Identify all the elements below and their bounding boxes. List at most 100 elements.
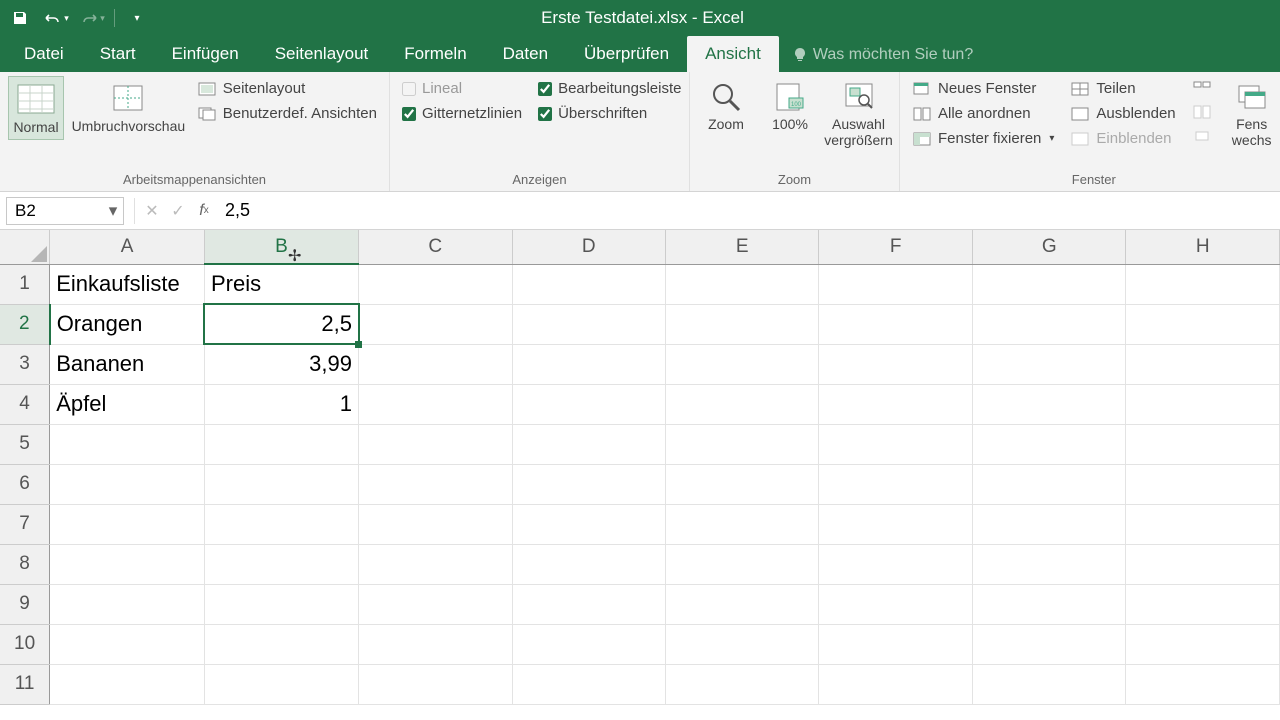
cell-A8[interactable] bbox=[50, 544, 205, 584]
cell-C5[interactable] bbox=[359, 424, 513, 464]
column-header-F[interactable]: F bbox=[819, 230, 972, 264]
cell-B7[interactable] bbox=[204, 504, 358, 544]
formulabar-check-input[interactable] bbox=[538, 82, 552, 96]
side-by-side-button[interactable] bbox=[1188, 78, 1216, 98]
cell-D10[interactable] bbox=[512, 624, 666, 664]
cell-A3[interactable]: Bananen bbox=[50, 344, 205, 384]
tab-formulas[interactable]: Formeln bbox=[386, 36, 484, 72]
cell-C2[interactable] bbox=[359, 304, 513, 344]
cell-G1[interactable] bbox=[972, 264, 1126, 304]
row-header-10[interactable]: 10 bbox=[0, 624, 50, 664]
row-header-3[interactable]: 3 bbox=[0, 344, 50, 384]
cell-F9[interactable] bbox=[819, 584, 972, 624]
save-button[interactable] bbox=[6, 4, 34, 32]
cell-A5[interactable] bbox=[50, 424, 205, 464]
cell-C3[interactable] bbox=[359, 344, 513, 384]
split-button[interactable]: Teilen bbox=[1066, 78, 1179, 99]
cell-C1[interactable] bbox=[359, 264, 513, 304]
cell-H1[interactable] bbox=[1126, 264, 1280, 304]
headings-check-input[interactable] bbox=[538, 107, 552, 121]
redo-button[interactable]: ▾ bbox=[78, 4, 106, 32]
name-box-dropdown[interactable]: ▾ bbox=[105, 200, 121, 222]
cell-C7[interactable] bbox=[359, 504, 513, 544]
page-break-button[interactable]: Umbruchvorschau bbox=[72, 76, 185, 138]
cell-B11[interactable] bbox=[204, 664, 358, 704]
row-header-4[interactable]: 4 bbox=[0, 384, 50, 424]
tell-me-search[interactable]: Was möchten Sie tun? bbox=[779, 38, 987, 72]
row-header-5[interactable]: 5 bbox=[0, 424, 50, 464]
custom-views-button[interactable]: Benutzerdef. Ansichten bbox=[193, 103, 381, 124]
row-header-6[interactable]: 6 bbox=[0, 464, 50, 504]
cell-F6[interactable] bbox=[819, 464, 972, 504]
cell-H5[interactable] bbox=[1126, 424, 1280, 464]
cell-B9[interactable] bbox=[204, 584, 358, 624]
column-header-B[interactable]: B bbox=[204, 230, 358, 264]
normal-view-button[interactable]: Normal bbox=[8, 76, 64, 140]
name-box[interactable]: B2 ▾ bbox=[6, 197, 124, 225]
hide-button[interactable]: Ausblenden bbox=[1066, 103, 1179, 124]
cell-G9[interactable] bbox=[972, 584, 1126, 624]
cell-A4[interactable]: Äpfel bbox=[50, 384, 205, 424]
row-header-2[interactable]: 2 bbox=[0, 304, 50, 344]
row-header-7[interactable]: 7 bbox=[0, 504, 50, 544]
cell-E8[interactable] bbox=[666, 544, 819, 584]
column-header-G[interactable]: G bbox=[972, 230, 1126, 264]
cell-B6[interactable] bbox=[204, 464, 358, 504]
cell-G6[interactable] bbox=[972, 464, 1126, 504]
cell-E4[interactable] bbox=[666, 384, 819, 424]
cell-A9[interactable] bbox=[50, 584, 205, 624]
cell-A10[interactable] bbox=[50, 624, 205, 664]
cell-H6[interactable] bbox=[1126, 464, 1280, 504]
cell-D8[interactable] bbox=[512, 544, 666, 584]
headings-checkbox[interactable]: Überschriften bbox=[534, 103, 685, 124]
row-header-9[interactable]: 9 bbox=[0, 584, 50, 624]
cell-B10[interactable] bbox=[204, 624, 358, 664]
cell-A7[interactable] bbox=[50, 504, 205, 544]
tab-view[interactable]: Ansicht bbox=[687, 36, 779, 72]
cell-B8[interactable] bbox=[204, 544, 358, 584]
cell-G8[interactable] bbox=[972, 544, 1126, 584]
tab-review[interactable]: Überprüfen bbox=[566, 36, 687, 72]
column-header-D[interactable]: D bbox=[512, 230, 666, 264]
cell-H8[interactable] bbox=[1126, 544, 1280, 584]
cell-H4[interactable] bbox=[1126, 384, 1280, 424]
cell-D2[interactable] bbox=[512, 304, 666, 344]
undo-button[interactable]: ▾ bbox=[42, 4, 70, 32]
cell-B4[interactable]: 1 bbox=[204, 384, 358, 424]
tab-insert[interactable]: Einfügen bbox=[154, 36, 257, 72]
cell-H2[interactable] bbox=[1126, 304, 1280, 344]
cell-E11[interactable] bbox=[666, 664, 819, 704]
column-header-A[interactable]: A bbox=[50, 230, 205, 264]
cell-F8[interactable] bbox=[819, 544, 972, 584]
row-header-1[interactable]: 1 bbox=[0, 264, 50, 304]
cell-G3[interactable] bbox=[972, 344, 1126, 384]
cell-C6[interactable] bbox=[359, 464, 513, 504]
cell-F4[interactable] bbox=[819, 384, 972, 424]
zoom-button[interactable]: Zoom bbox=[698, 76, 754, 136]
cell-D9[interactable] bbox=[512, 584, 666, 624]
cell-F7[interactable] bbox=[819, 504, 972, 544]
zoom-100-button[interactable]: 100 100% bbox=[762, 76, 818, 136]
cell-H3[interactable] bbox=[1126, 344, 1280, 384]
cell-G10[interactable] bbox=[972, 624, 1126, 664]
cell-D7[interactable] bbox=[512, 504, 666, 544]
cell-A6[interactable] bbox=[50, 464, 205, 504]
cell-D1[interactable] bbox=[512, 264, 666, 304]
cell-B1[interactable]: Preis bbox=[204, 264, 358, 304]
cell-B3[interactable]: 3,99 bbox=[204, 344, 358, 384]
new-window-button[interactable]: Neues Fenster bbox=[908, 78, 1058, 99]
cell-F3[interactable] bbox=[819, 344, 972, 384]
switch-windows-button[interactable]: Fenswechs bbox=[1224, 76, 1280, 152]
tab-file[interactable]: Datei bbox=[6, 36, 82, 72]
cell-G11[interactable] bbox=[972, 664, 1126, 704]
cell-C9[interactable] bbox=[359, 584, 513, 624]
cell-D11[interactable] bbox=[512, 664, 666, 704]
cell-G5[interactable] bbox=[972, 424, 1126, 464]
cell-B2[interactable]: 2,5 bbox=[204, 304, 358, 344]
cell-F1[interactable] bbox=[819, 264, 972, 304]
cell-D3[interactable] bbox=[512, 344, 666, 384]
cell-A2[interactable]: Orangen bbox=[50, 304, 205, 344]
freeze-panes-button[interactable]: Fenster fixieren▾ bbox=[908, 128, 1058, 149]
cell-C11[interactable] bbox=[359, 664, 513, 704]
qat-customize-button[interactable]: ▾ bbox=[123, 4, 151, 32]
